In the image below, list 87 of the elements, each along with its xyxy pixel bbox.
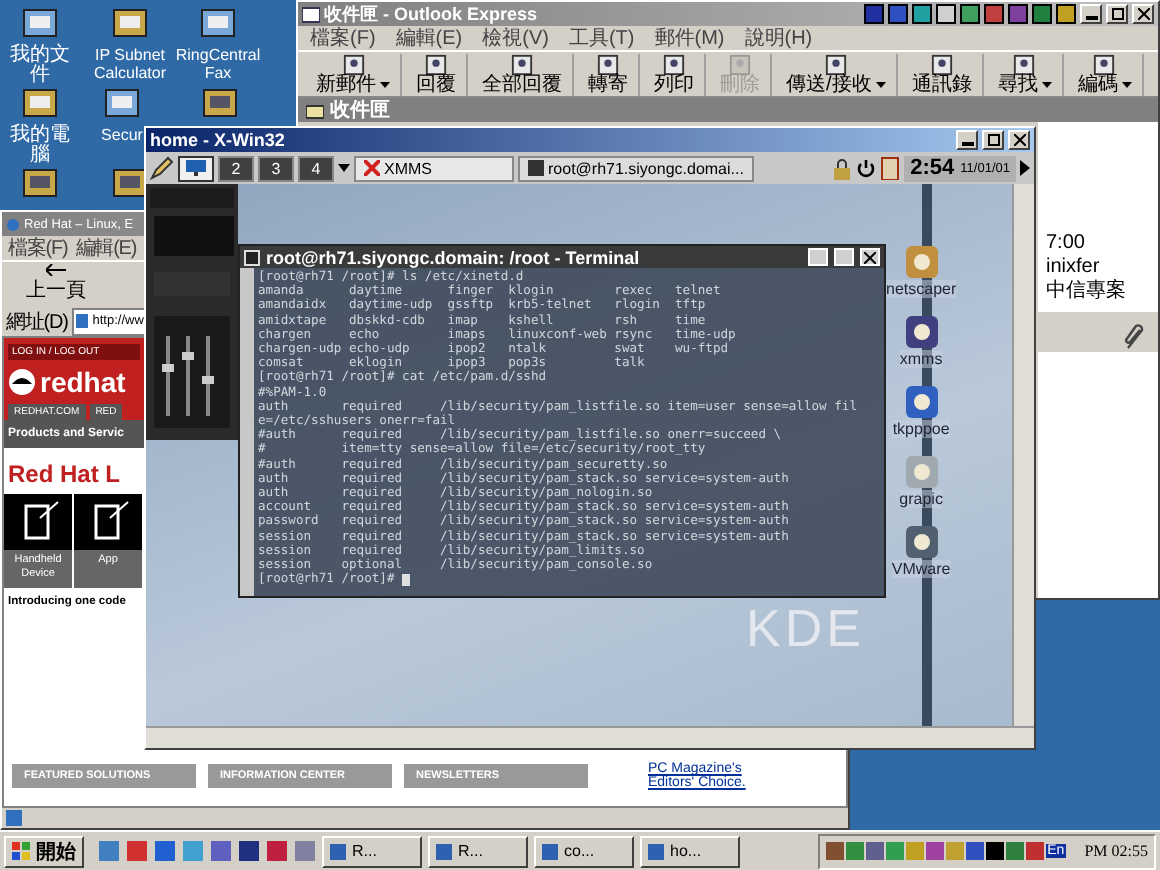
window-title: home - X-Win32	[150, 130, 285, 150]
lock-icon[interactable]	[832, 157, 853, 179]
window-title: root@rh71.siyongc.domain: /root - Terminal	[266, 247, 640, 267]
dropdown-arrow-icon	[1121, 82, 1132, 88]
start-button[interactable]: 開始	[4, 835, 84, 867]
dropdown-arrow-icon[interactable]	[338, 164, 350, 172]
terminal-icon	[244, 249, 260, 265]
site-logo: redhat	[40, 366, 126, 398]
menu-item[interactable]: 郵件(M)	[654, 27, 725, 49]
arrow-right-icon[interactable]	[1020, 160, 1030, 176]
menu-item[interactable]: 檢視(V)	[482, 27, 549, 49]
text-cursor	[402, 573, 411, 586]
close-button[interactable]	[860, 248, 880, 266]
menu-item[interactable]: 檔案(F)	[310, 27, 376, 49]
menu-item[interactable]: 編輯(E)	[75, 237, 137, 259]
dropdown-arrow-icon	[380, 82, 390, 88]
back-button[interactable]: 上一頁	[10, 264, 102, 304]
desktop-icon-label[interactable]: netscaper	[886, 280, 957, 298]
close-button[interactable]	[1008, 130, 1030, 150]
toolbar-button[interactable]: 轉寄	[578, 53, 640, 95]
hat-logo-icon	[8, 368, 36, 396]
handheld-device-tile[interactable]	[4, 494, 72, 550]
address-label: 網址(D)	[6, 309, 68, 335]
desktop-icon-label[interactable]: grapic	[899, 490, 943, 508]
page-heading: Red Hat L	[6, 458, 123, 492]
toolbar-button[interactable]: 傳送/接收	[776, 53, 898, 95]
quick-launch-icon[interactable]	[210, 840, 232, 862]
quick-launch-icon[interactable]	[266, 840, 288, 862]
inbox-icon	[306, 101, 324, 119]
taskbar-button[interactable]: ho...	[640, 835, 740, 867]
taskbar-button[interactable]: R...	[322, 835, 422, 867]
message-list-text[interactable]: inixfer	[1046, 258, 1158, 278]
desktop-switch-button[interactable]: 4	[298, 155, 334, 181]
message-list-text[interactable]: 中信專案	[1046, 282, 1158, 302]
close-icon	[864, 251, 876, 263]
toolbar-button[interactable]: 尋找	[987, 53, 1064, 95]
scrollbar[interactable]	[1012, 184, 1034, 726]
close-icon	[1013, 134, 1025, 146]
folder-title: 收件匣	[330, 99, 390, 121]
menu-item[interactable]: 說明(H)	[744, 27, 813, 49]
pencil-icon[interactable]	[150, 156, 174, 180]
desktop-switch-button[interactable]: 2	[218, 155, 254, 181]
desktop-icon-label[interactable]: VMware	[891, 560, 951, 578]
taskbar-button[interactable]: root@rh71.siyongc.domai...	[518, 155, 754, 181]
media-player-drawing[interactable]	[146, 184, 238, 440]
toolbar-button[interactable]: 編碼	[1067, 53, 1144, 95]
taskbar-button[interactable]: R...	[428, 835, 528, 867]
toolbar-button[interactable]: 通訊錄	[901, 53, 984, 95]
windows-logo-icon	[12, 841, 32, 861]
desktop-icon-label[interactable]: RingCentral Fax	[172, 46, 264, 82]
message-list-text[interactable]: 7:00	[1046, 234, 1158, 254]
maximize-icon	[1111, 8, 1123, 20]
window-title: 收件匣 - Outlook Express	[324, 1, 538, 27]
terminal-icon	[528, 160, 544, 176]
menu-item[interactable]: 工具(T)	[568, 27, 635, 49]
taskbar-button[interactable]: XMMS	[354, 155, 514, 181]
close-icon	[1137, 8, 1149, 20]
clock[interactable]: PM 02:55	[1084, 842, 1148, 860]
desktop-switch-button[interactable]	[178, 155, 214, 181]
minimize-button[interactable]	[956, 130, 978, 150]
toolbar-button[interactable]: 列印	[644, 53, 706, 95]
desktop-icon-label[interactable]: 我的電腦	[4, 126, 76, 166]
maximize-icon	[987, 134, 999, 146]
toolbar-button[interactable]: 新郵件	[306, 53, 402, 95]
toolbar-button[interactable]: 全部回覆	[472, 53, 574, 95]
taskbar-button[interactable]: co...	[534, 835, 634, 867]
desktop-icon-label[interactable]: 我的文件	[4, 46, 76, 86]
paperclip-icon	[1122, 324, 1146, 352]
handheld-device-tile[interactable]	[74, 494, 142, 550]
maximize-button[interactable]	[982, 130, 1004, 150]
scrollbar[interactable]	[146, 726, 1034, 748]
menu-item[interactable]: 檔案(F)	[8, 237, 68, 259]
dropdown-arrow-icon	[875, 82, 886, 88]
toolbar-button[interactable]: 回覆	[406, 53, 468, 95]
menu-item[interactable]: 編輯(E)	[395, 27, 463, 49]
power-icon[interactable]	[856, 157, 877, 179]
quick-launch-icon[interactable]	[238, 840, 260, 862]
desktop-icon-label[interactable]: Secur	[101, 126, 143, 144]
desktop-switch-button[interactable]: 3	[258, 155, 294, 181]
desktop-icon-label[interactable]: IP Subnet Calculator	[84, 46, 176, 82]
back-arrow-icon	[46, 264, 66, 276]
desktop-icon-label[interactable]: tkpppoe	[892, 420, 950, 438]
quick-launch-icon[interactable]	[126, 840, 148, 862]
quick-launch-icon[interactable]	[154, 840, 176, 862]
scrollbar[interactable]	[240, 268, 254, 596]
desktop-icon-label[interactable]: xmms	[899, 350, 943, 368]
dropdown-arrow-icon	[1041, 82, 1052, 88]
